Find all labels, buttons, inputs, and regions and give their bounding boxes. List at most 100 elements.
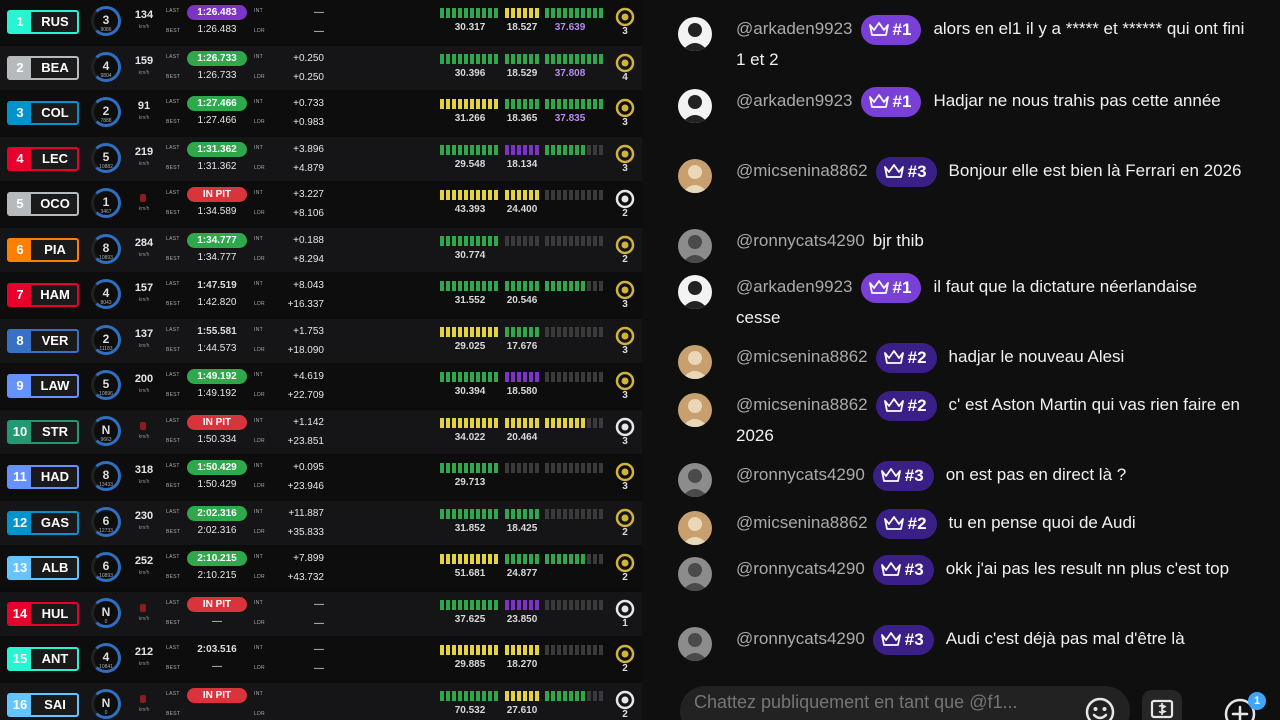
driver-code: BEA	[41, 59, 69, 75]
avatar[interactable]	[678, 229, 712, 263]
crown-icon	[868, 88, 889, 108]
timing-row[interactable]: 12 GAS 6 12733 230 km/h LAST BEST 2:02.316 2:02.3…	[0, 500, 642, 545]
timing-row[interactable]: 16 SAI N 0 km/h LAST BEST IN PIT INT LDR 70.532 27.…	[0, 682, 642, 720]
avatar[interactable]	[678, 17, 712, 51]
interval-label: INT	[254, 690, 263, 697]
timing-row[interactable]: 3 COL 2 7888 91 km/h LAST BEST 1:27.466 1:27.466 I…	[0, 91, 642, 135]
chat-author[interactable]: @arkaden9923	[736, 91, 853, 110]
avatar[interactable]	[678, 275, 712, 309]
super-chat-button[interactable]	[1142, 690, 1182, 720]
avatar[interactable]	[678, 89, 712, 123]
speed-value: 91	[137, 100, 151, 112]
sector-2-time: 18.134	[506, 158, 538, 170]
chat-author[interactable]: @micsenina8862	[736, 347, 868, 366]
sector-3-time: 37.835	[554, 113, 586, 124]
timing-row[interactable]: 5 OCO 1 3467 km/h LAST BEST IN PIT 1:34.589 INT LD…	[0, 182, 642, 226]
position-medal-icon: 3	[612, 370, 638, 402]
timing-row[interactable]: 7 HAM 4 8043 157 km/h LAST BEST 1:47.519 1:42.820…	[0, 273, 642, 317]
member-rank-text: #3	[904, 629, 924, 649]
timing-row[interactable]: 6 PIA 8 10893 284 km/h LAST BEST 1:34.777 1:34.77…	[0, 227, 642, 272]
speed-value: 134	[134, 9, 154, 21]
sector-1-bar	[440, 417, 500, 428]
driver-code: ANT	[41, 651, 69, 666]
chat-message-text: okk j'ai pas les result nn plus c'est to…	[945, 559, 1230, 578]
sector-2-bar	[505, 690, 541, 701]
driver-position: 15	[9, 649, 31, 669]
sector-1-time: 31.552	[454, 295, 486, 306]
sector-3-time: 37.808	[554, 67, 586, 79]
sector-2-bar	[505, 372, 541, 382]
speed-value: 212	[134, 646, 154, 658]
chat-message-body: @ronnycats4290 #3 okk j'ai pas les result …	[736, 554, 1246, 585]
chat-author[interactable]: @ronnycats4290	[736, 465, 865, 484]
timing-row[interactable]: 8 VER 2 11183 137 km/h LAST BEST 1:55.581 1:44.57…	[0, 318, 642, 363]
sector-1-time: 30.396	[454, 67, 486, 79]
avatar[interactable]	[678, 159, 712, 193]
crown-icon	[868, 274, 889, 294]
timing-row[interactable]: 15 ANT 4 10841 212 km/h LAST BEST 2:03.516— INT LD…	[0, 637, 642, 681]
chat-author[interactable]: @micsenina8862	[736, 513, 868, 532]
chat-author[interactable]: @ronnycats4290	[736, 231, 865, 250]
last-label: LAST	[166, 190, 180, 196]
sector-2-bar	[505, 53, 541, 64]
emoji-icon	[1085, 697, 1115, 720]
sector-1-bar	[440, 463, 500, 473]
timing-row[interactable]: 10 STR N 9663 km/h LAST BEST IN PIT 1:50.334 INT L…	[0, 409, 642, 454]
sector-2-time: 27.610	[506, 704, 538, 716]
leader-gap-label: LDR	[254, 710, 265, 717]
tyre-laps: 3467	[100, 209, 112, 215]
best-label: BEST	[166, 73, 181, 80]
add-button[interactable]: 1	[1218, 690, 1266, 720]
avatar[interactable]	[678, 511, 712, 545]
chat-author[interactable]: @micsenina8862	[736, 161, 868, 180]
chat-author[interactable]: @arkaden9923	[736, 277, 853, 296]
avatar[interactable]	[678, 345, 712, 379]
interval-value: +0.095	[293, 462, 324, 473]
avatar[interactable]	[678, 463, 712, 497]
timing-row[interactable]: 4 LEC 5 10882 219 km/h LAST BEST 1:31.362 1:31.36…	[0, 136, 642, 181]
tyre-compound-icon: 4 9804	[91, 51, 121, 82]
avatar[interactable]	[678, 557, 712, 591]
driver-badge: 3 COL	[7, 101, 79, 125]
timing-row[interactable]: 2 BEA 4 9804 159 km/h LAST BEST 1:26.733 1:26.733…	[0, 45, 642, 90]
sector-3-bar	[545, 8, 605, 18]
sector-1-bar	[440, 326, 500, 337]
chat-author[interactable]: @micsenina8862	[736, 395, 868, 414]
best-label: BEST	[166, 528, 181, 535]
driver-position: 3	[9, 103, 31, 123]
chat-author[interactable]: @ronnycats4290	[736, 629, 865, 648]
last-label: LAST	[166, 372, 180, 378]
timing-row[interactable]: 11 HAD 8 13433 318 km/h LAST BEST 1:50.429 1:50.4…	[0, 455, 642, 499]
sector-1-time: 34.022	[454, 431, 486, 443]
position-medal-icon: 2	[612, 507, 638, 539]
speed-unit: km/h	[138, 160, 150, 167]
chat-author[interactable]: @ronnycats4290	[736, 559, 865, 578]
emoji-button[interactable]	[1078, 690, 1122, 720]
chat-message-text: Bonjour elle est bien là Ferrari en 2026	[948, 161, 1242, 180]
best-label: BEST	[166, 210, 181, 216]
timing-row[interactable]: 13 ALB 6 10893 252 km/h LAST BEST 2:10.215 2:10.2…	[0, 546, 642, 590]
sector-2-time: 24.400	[506, 204, 538, 215]
sector-2-bar	[505, 235, 541, 246]
chat-composer[interactable]	[680, 686, 1130, 720]
tyre-compound-icon: 8 13433	[91, 461, 121, 491]
chat-input[interactable]	[694, 692, 1064, 713]
medal-count: 2	[622, 708, 628, 720]
avatar[interactable]	[678, 393, 712, 427]
speed-unit: km/h	[138, 615, 150, 622]
chat-message-body: @arkaden9923 #1 Hadjar ne nous trahis pas …	[736, 86, 1246, 117]
last-label: LAST	[166, 554, 180, 560]
timing-row[interactable]: 14 HUL N 0 km/h LAST BEST IN PIT — INT LDR — —37.625…	[0, 591, 642, 636]
timing-row[interactable]: 1 RUS 3 9086 134 km/h LAST BEST 1:26.483 1:26.483…	[0, 0, 642, 44]
position-medal-icon: 3	[612, 143, 638, 175]
leader-gap-value: +4.879	[293, 162, 324, 174]
chat-author[interactable]: @arkaden9923	[736, 19, 853, 38]
timing-row[interactable]: 9 LAW 5 10896 200 km/h LAST BEST 1:49.192 1:49.19…	[0, 364, 642, 408]
tyre-laps: 13433	[99, 482, 113, 488]
leader-gap-value: +18.090	[287, 344, 324, 356]
avatar[interactable]	[678, 627, 712, 661]
last-lap-time: 1:26.483	[187, 5, 247, 20]
medal-count: 3	[622, 117, 628, 128]
member-rank-text: #3	[904, 559, 924, 579]
last-lap-time: 1:27.466	[187, 96, 247, 111]
